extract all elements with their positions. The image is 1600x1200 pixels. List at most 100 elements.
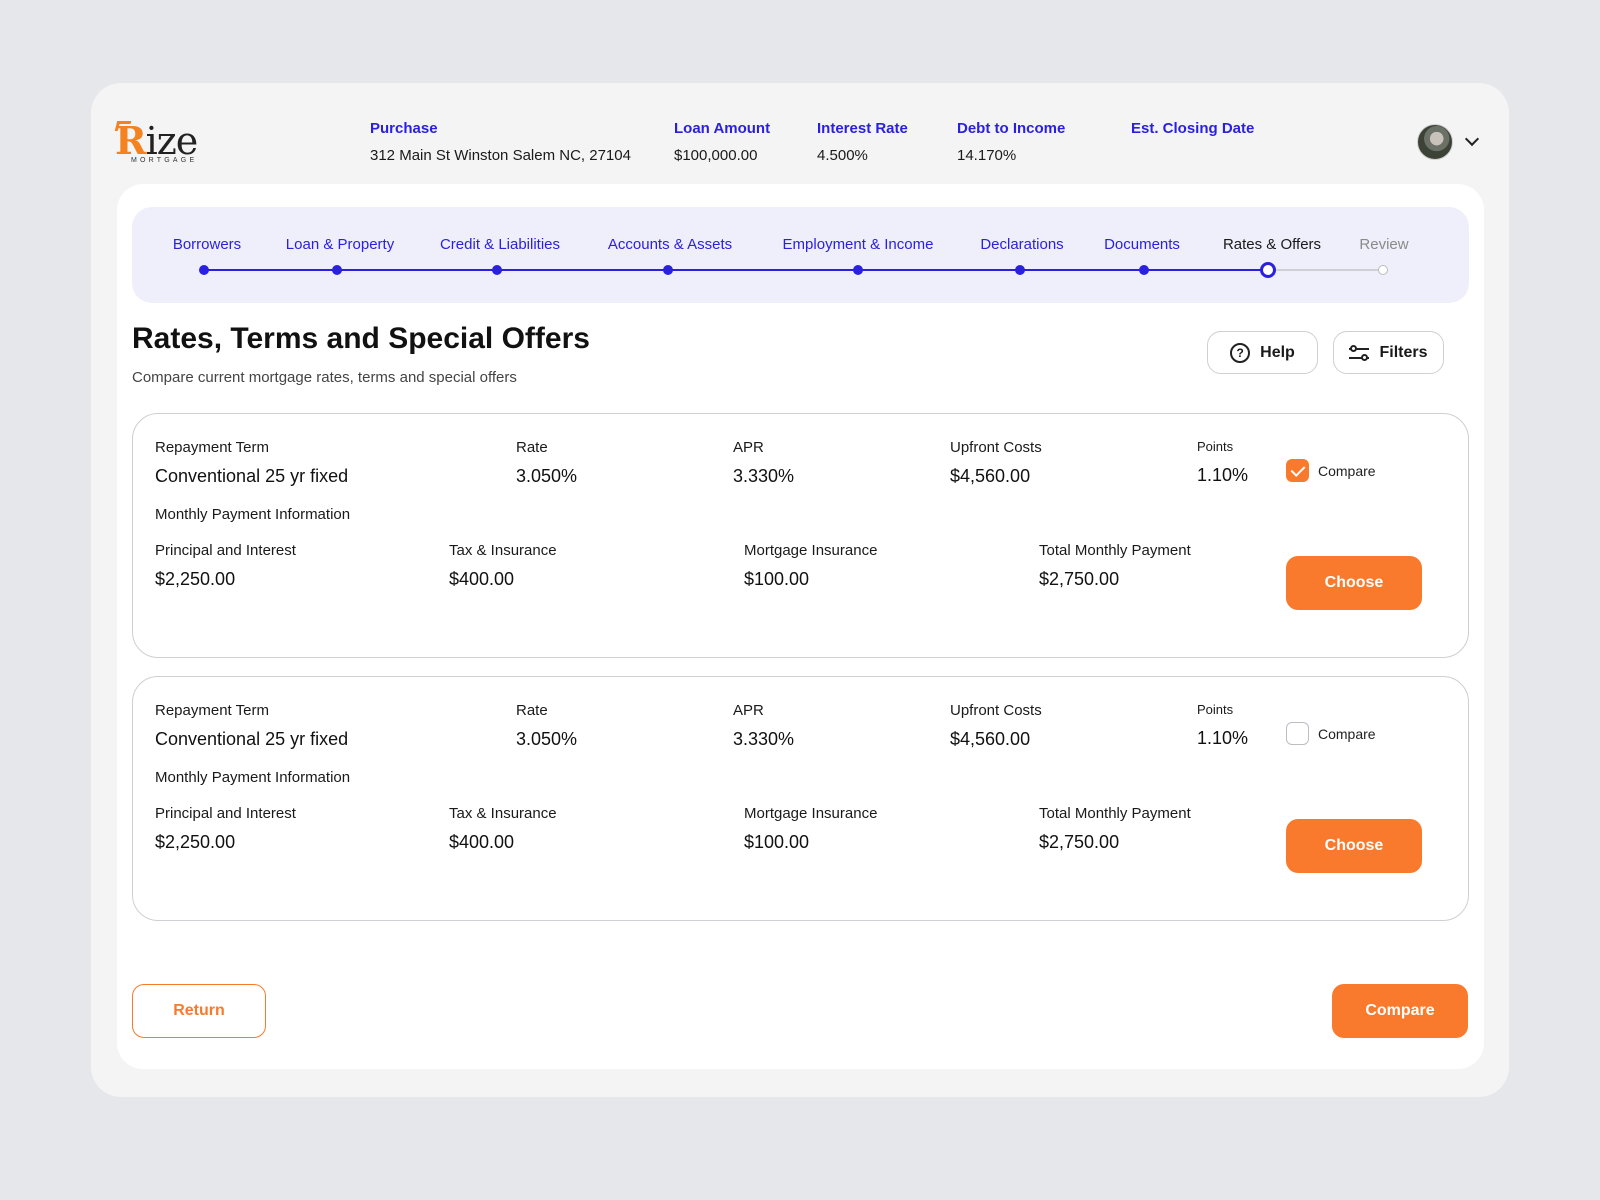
offer-card: Repayment Term Conventional 25 yr fixed … <box>132 676 1469 921</box>
field-value: Conventional 25 yr fixed <box>155 466 349 486</box>
help-button[interactable]: ? Help <box>1207 331 1318 374</box>
field-value: $2,250.00 <box>155 832 236 852</box>
rize-mortgage-logo[interactable]: Rize MORTGAGE <box>114 119 215 167</box>
step-dot-completed[interactable] <box>199 265 209 275</box>
field-value: $4,560.00 <box>950 729 1031 749</box>
compare-button[interactable]: Compare <box>1332 984 1468 1038</box>
tax-insurance: Tax & Insurance $400.00 <box>449 804 557 853</box>
main-panel: Borrowers Loan & Property Credit & Liabi… <box>117 184 1484 1069</box>
repayment-term: Repayment Term Conventional 25 yr fixed <box>155 701 348 750</box>
step-dot-completed[interactable] <box>492 265 502 275</box>
page-title: Rates, Terms and Special Offers <box>132 322 590 355</box>
summary-purchase: Purchase 312 Main St Winston Salem NC, 2… <box>370 119 631 166</box>
summary-value: $100,000.00 <box>674 147 758 164</box>
summary-value: 312 Main St Winston Salem NC, 27104 <box>370 147 631 164</box>
filters-button[interactable]: Filters <box>1333 331 1444 374</box>
step-employment-income[interactable]: Employment & Income <box>783 235 934 255</box>
summary-loan-amount: Loan Amount $100,000.00 <box>674 119 770 166</box>
user-menu[interactable] <box>1417 124 1480 160</box>
compare-checkbox[interactable]: Compare <box>1286 459 1376 482</box>
total-monthly-payment: Total Monthly Payment $2,750.00 <box>1039 541 1191 590</box>
step-dot-completed[interactable] <box>663 265 673 275</box>
summary-interest-rate: Interest Rate 4.500% <box>817 119 908 166</box>
step-review[interactable]: Review <box>1359 235 1408 255</box>
field-value: 3.330% <box>733 729 795 749</box>
summary-label: Est. Closing Date <box>1131 120 1255 137</box>
field-label: Rate <box>516 702 548 719</box>
field-value: 3.050% <box>516 466 578 486</box>
summary-debt-to-income: Debt to Income 14.170% <box>957 119 1065 166</box>
choose-button[interactable]: Choose <box>1286 556 1422 610</box>
filters-label: Filters <box>1379 343 1428 361</box>
field-value: 1.10% <box>1197 465 1249 485</box>
summary-label: Debt to Income <box>957 120 1066 137</box>
checkbox-unchecked-icon[interactable] <box>1286 722 1309 745</box>
field-label: Total Monthly Payment <box>1039 805 1191 822</box>
upfront-costs: Upfront Costs $4,560.00 <box>950 438 1042 487</box>
principal-and-interest: Principal and Interest $2,250.00 <box>155 804 296 853</box>
monthly-payment-heading: Monthly Payment Information <box>155 506 351 523</box>
field-value: Conventional 25 yr fixed <box>155 729 349 749</box>
field-label: Principal and Interest <box>155 542 296 559</box>
step-dot-completed[interactable] <box>1139 265 1149 275</box>
field-label: Tax & Insurance <box>449 542 557 559</box>
field-label: Points <box>1197 702 1234 717</box>
field-value: $400.00 <box>449 569 515 589</box>
page-subtitle: Compare current mortgage rates, terms an… <box>132 369 517 386</box>
field-label: Mortgage Insurance <box>744 805 878 822</box>
field-label: Principal and Interest <box>155 805 296 822</box>
checkbox-checked-icon[interactable] <box>1286 459 1309 482</box>
return-button[interactable]: Return <box>132 984 266 1038</box>
step-documents[interactable]: Documents <box>1104 235 1180 255</box>
summary-value: 4.500% <box>817 147 868 164</box>
summary-value: 14.170% <box>957 147 1017 164</box>
stepper-track-remaining <box>1268 269 1383 271</box>
mortgage-insurance: Mortgage Insurance $100.00 <box>744 804 877 853</box>
step-dot-completed[interactable] <box>1015 265 1025 275</box>
step-dot-completed[interactable] <box>332 265 342 275</box>
field-value: 3.330% <box>733 466 795 486</box>
step-dot-current[interactable] <box>1260 262 1276 278</box>
tax-insurance: Tax & Insurance $400.00 <box>449 541 557 590</box>
field-label: APR <box>733 439 764 456</box>
step-borrowers[interactable]: Borrowers <box>173 235 241 255</box>
field-label: Repayment Term <box>155 439 269 456</box>
choose-button[interactable]: Choose <box>1286 819 1422 873</box>
avatar[interactable] <box>1417 124 1453 160</box>
mortgage-insurance: Mortgage Insurance $100.00 <box>744 541 877 590</box>
help-label: Help <box>1260 343 1295 361</box>
field-label: APR <box>733 702 764 719</box>
field-label: Upfront Costs <box>950 702 1042 719</box>
field-label: Tax & Insurance <box>449 805 557 822</box>
offer-card: Repayment Term Conventional 25 yr fixed … <box>132 413 1469 658</box>
step-rates-offers[interactable]: Rates & Offers <box>1223 235 1321 255</box>
field-label: Total Monthly Payment <box>1039 542 1191 559</box>
compare-checkbox[interactable]: Compare <box>1286 722 1376 745</box>
step-credit-liabilities[interactable]: Credit & Liabilities <box>440 235 560 255</box>
rate: Rate 3.050% <box>516 701 577 750</box>
principal-and-interest: Principal and Interest $2,250.00 <box>155 541 296 590</box>
step-accounts-assets[interactable]: Accounts & Assets <box>608 235 732 255</box>
field-value: $2,750.00 <box>1039 832 1120 852</box>
app-window: Rize MORTGAGE Purchase 312 Main St Winst… <box>91 83 1509 1097</box>
step-dot-upcoming[interactable] <box>1378 265 1388 275</box>
points: Points 1.10% <box>1197 437 1248 486</box>
points: Points 1.10% <box>1197 700 1248 749</box>
upfront-costs: Upfront Costs $4,560.00 <box>950 701 1042 750</box>
step-loan-property[interactable]: Loan & Property <box>286 235 394 255</box>
step-declarations[interactable]: Declarations <box>980 235 1063 255</box>
repayment-term: Repayment Term Conventional 25 yr fixed <box>155 438 348 487</box>
compare-checkbox-label: Compare <box>1318 725 1376 742</box>
field-value: $100.00 <box>744 832 810 852</box>
field-value: $4,560.00 <box>950 466 1031 486</box>
step-dot-completed[interactable] <box>853 265 863 275</box>
stepper-track-completed <box>204 269 1268 271</box>
logo-subtitle: MORTGAGE <box>131 157 198 164</box>
field-label: Points <box>1197 439 1234 454</box>
summary-label: Loan Amount <box>674 120 771 137</box>
sliders-icon <box>1349 344 1370 362</box>
field-label: Mortgage Insurance <box>744 542 878 559</box>
summary-label: Interest Rate <box>817 120 908 137</box>
chevron-down-icon[interactable] <box>1464 131 1480 147</box>
apr: APR 3.330% <box>733 701 794 750</box>
